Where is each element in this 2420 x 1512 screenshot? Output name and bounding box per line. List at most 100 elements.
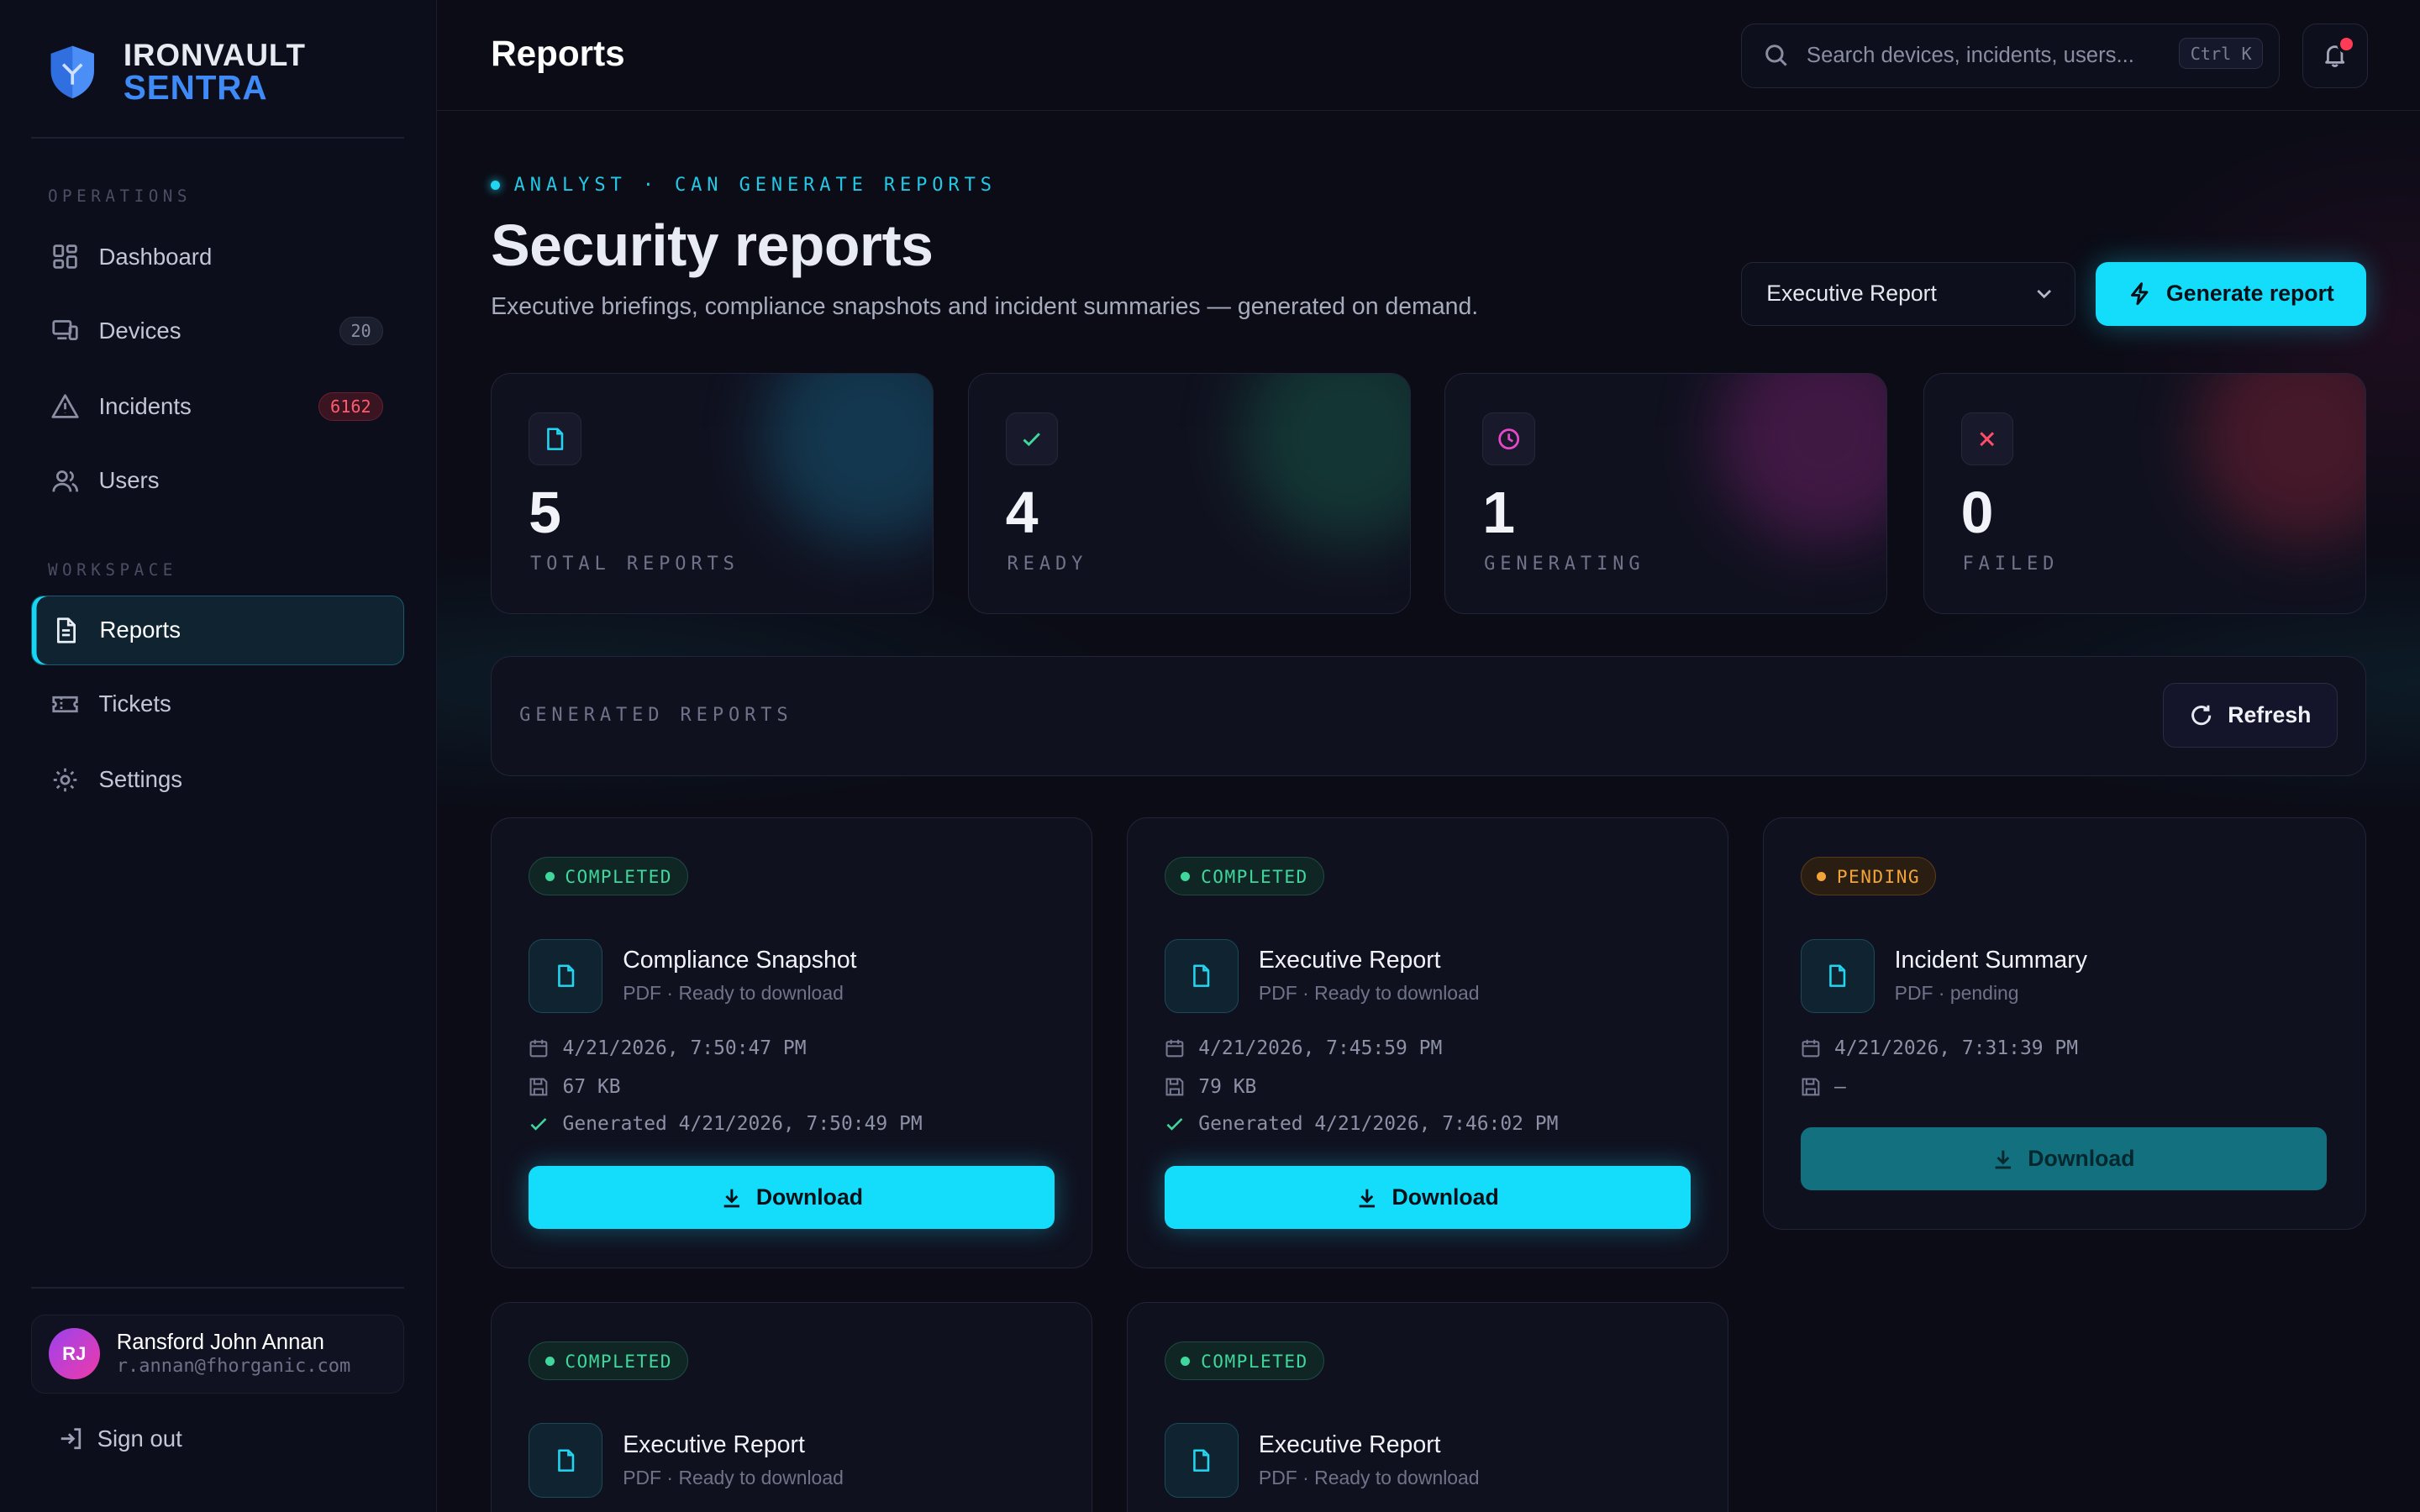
report-title: Executive Report: [1258, 1431, 1441, 1458]
sidebar-item-label: Dashboard: [98, 243, 213, 270]
chevron-down-icon: [2032, 281, 2056, 306]
report-title: Compliance Snapshot: [623, 946, 857, 974]
report-subtitle: PDF · Ready to download: [623, 1466, 844, 1488]
sidebar-item-dashboard[interactable]: Dashboard: [31, 222, 404, 291]
save-icon: [529, 1077, 549, 1097]
brand-product: SENTRA: [123, 68, 268, 108]
status-dot: [1816, 871, 1826, 881]
refresh-label: Refresh: [2228, 701, 2312, 727]
top-bar: Reports Search devices, incidents, users…: [436, 0, 2420, 112]
sidebar-item-settings[interactable]: Settings: [31, 745, 404, 815]
stat-card-total: 5 TOTAL REPORTS: [491, 373, 934, 614]
generated-at: Generated 4/21/2026, 7:46:02 PM: [1165, 1113, 1559, 1136]
status-dot: [544, 871, 555, 881]
sidebar-item-label: Incidents: [98, 392, 192, 419]
report-card: COMPLETED Compliance Snapshot PDF · Read…: [491, 817, 1093, 1268]
sidebar-item-tickets[interactable]: Tickets: [31, 669, 404, 739]
download-icon: [1992, 1148, 2014, 1170]
user-email: r.annan@fhorganic.com: [116, 1355, 351, 1377]
download-button[interactable]: Download: [1164, 1165, 1691, 1230]
sidebar-item-reports[interactable]: Reports: [30, 595, 405, 665]
generate-report-button[interactable]: Generate report: [2096, 262, 2366, 326]
brand[interactable]: IRONVAULT SENTRA: [46, 37, 306, 108]
stat-glow: [2195, 374, 2365, 544]
download-button[interactable]: Download: [1800, 1126, 2327, 1191]
notifications-button[interactable]: [2302, 23, 2368, 88]
download-button[interactable]: Download: [529, 1165, 1055, 1230]
report-card: PENDING Incident Summary PDF · pending 4…: [1762, 817, 2366, 1230]
sidebar-item-label: Reports: [99, 617, 181, 643]
status-text: PENDING: [1836, 865, 1921, 887]
file-size: 67 KB: [529, 1076, 621, 1099]
stat-value: 5: [529, 480, 561, 546]
sign-out-button[interactable]: Sign out: [59, 1425, 182, 1452]
status-text: COMPLETED: [565, 865, 672, 887]
created-at-text: 4/21/2026, 7:50:47 PM: [562, 1037, 807, 1060]
download-icon: [721, 1187, 743, 1209]
report-type-select[interactable]: Executive Report: [1740, 262, 2076, 326]
status-badge: COMPLETED: [1164, 1341, 1325, 1381]
sidebar-item-incidents[interactable]: Incidents 6162: [31, 372, 404, 442]
status-badge: PENDING: [1800, 857, 1937, 896]
created-at: 4/21/2026, 7:50:47 PM: [529, 1037, 807, 1060]
sidebar-item-devices[interactable]: Devices 20: [31, 297, 404, 366]
report-card: COMPLETED Executive Report PDF · Ready t…: [491, 1302, 1093, 1512]
save-icon: [1165, 1077, 1185, 1097]
page-title: Reports: [491, 34, 625, 74]
generated-at-text: Generated 4/21/2026, 7:46:02 PM: [1198, 1113, 1559, 1136]
document-icon: [529, 938, 603, 1013]
document-icon: [1800, 938, 1875, 1013]
sidebar: IRONVAULT SENTRA OPERATIONS Dashboard De…: [0, 0, 437, 1512]
sidebar-item-users[interactable]: Users: [31, 446, 404, 516]
file-size: —: [1801, 1076, 1846, 1098]
save-icon: [1801, 1077, 1821, 1097]
stat-label: TOTAL REPORTS: [529, 553, 739, 575]
file-size: 79 KB: [1165, 1076, 1256, 1098]
download-label: Download: [2028, 1145, 2135, 1171]
generated-reports-header: GENERATED REPORTS Refresh: [491, 655, 2366, 776]
warning-icon: [51, 392, 79, 420]
file-size-text: —: [1834, 1076, 1846, 1099]
role-kicker: ANALYST · CAN GENERATE REPORTS: [491, 175, 997, 196]
user-card[interactable]: RJ Ransford John Annan r.annan@fhorganic…: [30, 1314, 405, 1394]
sidebar-divider: [30, 137, 405, 139]
file-size-text: 67 KB: [562, 1076, 621, 1099]
report-card: COMPLETED Executive Report PDF · Ready t…: [1126, 1302, 1729, 1512]
section-operations: OPERATIONS: [47, 186, 192, 207]
stat-glow: [763, 374, 934, 544]
stat-card-ready: 4 READY: [967, 373, 1411, 614]
refresh-icon: [2189, 703, 2213, 727]
search-input[interactable]: Search devices, incidents, users... Ctrl…: [1740, 23, 2280, 88]
sign-out-label: Sign out: [97, 1425, 182, 1452]
stat-value: 4: [1005, 480, 1039, 546]
user-name: Ransford John Annan: [116, 1331, 324, 1355]
shield-logo-icon: [50, 46, 95, 99]
status-text: COMPLETED: [1201, 1350, 1308, 1372]
status-dot: [1181, 1356, 1191, 1366]
file-size-text: 79 KB: [1198, 1076, 1257, 1099]
check-icon: [1165, 1114, 1185, 1134]
report-title: Executive Report: [623, 1431, 805, 1458]
generate-report-label: Generate report: [2166, 281, 2334, 307]
stat-value: 0: [1960, 480, 1994, 546]
status-badge: COMPLETED: [1164, 857, 1325, 896]
report-subtitle: PDF · Ready to download: [1258, 982, 1480, 1005]
stat-card-generating: 1 GENERATING: [1444, 373, 1888, 614]
refresh-button[interactable]: Refresh: [2163, 682, 2338, 748]
document-icon: [529, 1423, 603, 1498]
lightning-icon: [2128, 281, 2152, 306]
incidents-count-badge: 6162: [318, 392, 383, 421]
status-text: COMPLETED: [565, 1350, 672, 1372]
status-dot: [544, 1356, 555, 1366]
report-title: Incident Summary: [1894, 946, 2087, 974]
brand-name: IRONVAULT: [123, 37, 306, 72]
stat-label: FAILED: [1962, 553, 2060, 575]
generated-at: Generated 4/21/2026, 7:50:49 PM: [529, 1113, 923, 1135]
created-at-text: 4/21/2026, 7:45:59 PM: [1198, 1037, 1443, 1060]
report-title: Executive Report: [1258, 946, 1441, 974]
sidebar-item-label: Users: [98, 467, 160, 494]
clock-icon: [1482, 412, 1535, 465]
document-icon: [529, 412, 581, 465]
stat-label: READY: [1007, 553, 1088, 575]
users-icon: [51, 467, 79, 495]
